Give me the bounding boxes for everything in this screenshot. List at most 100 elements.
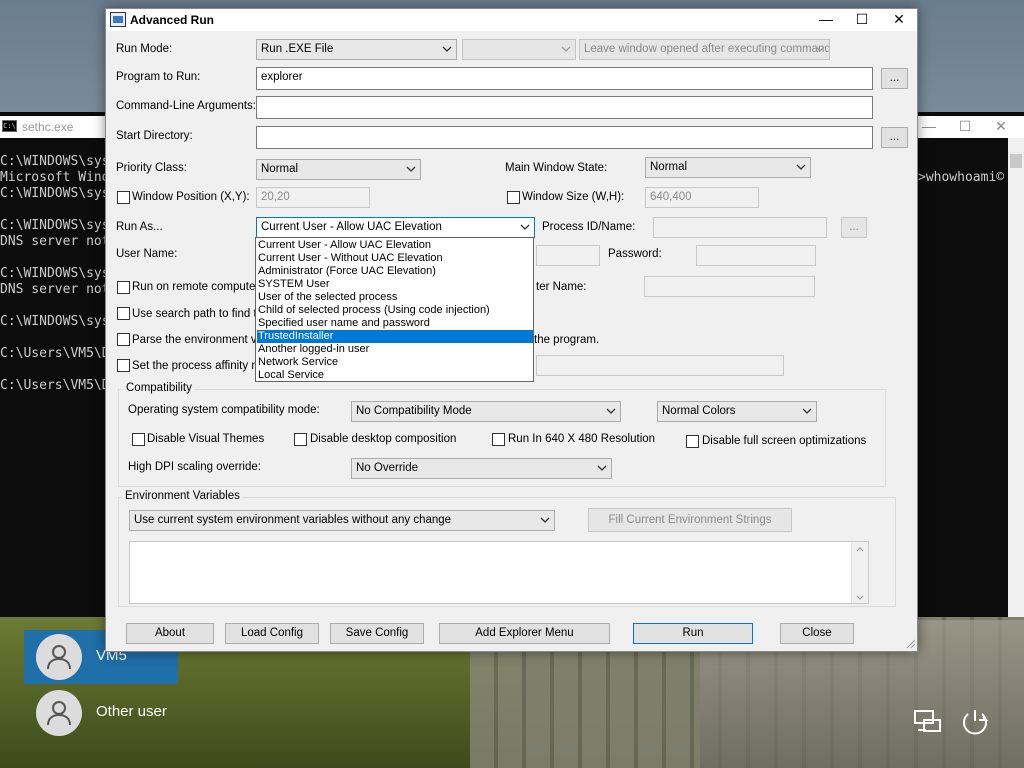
user-tile-other[interactable]: Other user xyxy=(24,686,178,740)
parse-env-label-tail: the program. xyxy=(534,334,600,346)
dpi-value: No Override xyxy=(356,462,418,474)
env-textarea[interactable] xyxy=(129,541,869,604)
run-as-option[interactable]: Specified user name and password xyxy=(257,317,533,330)
load-config-button[interactable]: Load Config xyxy=(225,623,319,644)
process-id-input[interactable] xyxy=(653,217,827,238)
disable-themes-checkbox[interactable] xyxy=(132,433,145,446)
window-position-checkbox[interactable] xyxy=(117,191,130,204)
chevron-down-icon xyxy=(596,462,608,474)
run-640-checkbox[interactable] xyxy=(492,433,505,446)
chevron-down-icon xyxy=(539,514,551,526)
run-as-label: Run As... xyxy=(116,221,163,233)
cmd-scrollbar[interactable] xyxy=(1008,138,1024,617)
add-explorer-menu-button[interactable]: Add Explorer Menu xyxy=(439,623,610,644)
program-browse-button[interactable]: ... xyxy=(881,68,908,89)
priority-select[interactable]: Normal xyxy=(256,159,421,180)
window-size-input[interactable]: 640,400 xyxy=(645,187,759,208)
chevron-down-icon xyxy=(519,221,531,233)
chevron-down-icon xyxy=(405,163,417,175)
disable-fullscreen-checkbox[interactable] xyxy=(686,435,699,448)
compatibility-group-title: Compatibility xyxy=(123,382,195,394)
fill-env-button[interactable]: Fill Current Environment Strings xyxy=(588,508,792,532)
cmd-scroll-thumb[interactable] xyxy=(1010,154,1022,168)
computer-name-input[interactable] xyxy=(644,276,815,297)
search-path-checkbox[interactable] xyxy=(117,307,130,320)
main-window-state-select[interactable]: Normal xyxy=(645,157,811,178)
args-input[interactable] xyxy=(256,96,873,119)
parse-env-checkbox[interactable] xyxy=(117,333,130,346)
after-execute-value: Leave window opened after executing comm… xyxy=(584,43,830,55)
run-as-select[interactable]: Current User - Allow UAC Elevation xyxy=(256,217,535,238)
run-button[interactable]: Run xyxy=(633,623,753,644)
close-icon[interactable]: ✕ xyxy=(880,9,918,31)
remote-computer-checkbox[interactable] xyxy=(117,281,130,294)
start-dir-browse-button[interactable]: ... xyxy=(881,127,908,148)
parse-env-label: Parse the environment va xyxy=(132,334,264,346)
run-as-option[interactable]: Network Service xyxy=(257,356,533,369)
network-icon[interactable] xyxy=(912,708,944,739)
run-as-option[interactable]: Current User - Without UAC Elevation xyxy=(257,252,533,265)
password-input[interactable] xyxy=(696,245,816,266)
cmd-close-icon[interactable]: ✕ xyxy=(984,116,1018,138)
window-position-label: Window Position (X,Y): xyxy=(132,191,250,203)
window-position-input[interactable]: 20,20 xyxy=(256,187,370,208)
process-id-label: Process ID/Name: xyxy=(542,221,636,233)
run-mode-secondary-select[interactable] xyxy=(462,39,576,60)
colors-value: Normal Colors xyxy=(662,405,736,417)
dialog-titlebar[interactable]: Advanced Run — ☐ ✕ xyxy=(106,9,917,31)
args-label: Command-Line Arguments: xyxy=(116,100,256,112)
start-dir-input[interactable] xyxy=(256,126,873,149)
cmd-line: C:\Users\VM5\D xyxy=(0,378,110,393)
program-input[interactable]: explorer xyxy=(256,67,873,90)
affinity-checkbox[interactable] xyxy=(117,359,130,372)
run-mode-value: Run .EXE File xyxy=(261,43,334,55)
environment-group-title: Environment Variables xyxy=(122,490,243,502)
password-label: Password: xyxy=(608,248,662,260)
run-as-option[interactable]: Current User - Allow UAC Elevation xyxy=(257,239,533,252)
chevron-down-icon xyxy=(441,43,453,55)
run-as-option[interactable]: Another logged-in user xyxy=(257,343,533,356)
cmd-maximize-icon[interactable]: ☐ xyxy=(948,116,982,138)
user-name-input[interactable] xyxy=(536,245,600,266)
run-as-option[interactable]: Child of selected process (Using code in… xyxy=(257,304,533,317)
cmd-line: DNS server not xyxy=(0,282,110,297)
os-compat-select[interactable]: No Compatibility Mode xyxy=(351,401,621,422)
run-as-option[interactable]: SYSTEM User xyxy=(257,278,533,291)
after-execute-select[interactable]: Leave window opened after executing comm… xyxy=(579,39,830,60)
chevron-down-icon xyxy=(814,43,826,55)
run-as-option-highlighted[interactable]: TrustedInstaller xyxy=(257,330,533,343)
run-mode-select[interactable]: Run .EXE File xyxy=(256,39,457,60)
cmd-line: Microsoft Wind xyxy=(0,170,110,185)
close-button[interactable]: Close xyxy=(780,623,854,644)
dpi-label: High DPI scaling override: xyxy=(128,461,261,473)
minimize-icon[interactable]: — xyxy=(807,9,845,31)
disable-composition-checkbox[interactable] xyxy=(294,433,307,446)
save-config-button[interactable]: Save Config xyxy=(330,623,424,644)
env-mode-select[interactable]: Use current system environment variables… xyxy=(129,510,555,531)
user-avatar-icon xyxy=(36,690,82,736)
window-size-checkbox[interactable] xyxy=(507,191,520,204)
window-size-label: Window Size (W,H): xyxy=(522,191,625,203)
run-as-option[interactable]: Local Service xyxy=(257,369,533,382)
run-as-option[interactable]: User of the selected process xyxy=(257,291,533,304)
cmd-line: C:\WINDOWS\sys xyxy=(0,218,110,233)
disable-themes-label: Disable Visual Themes xyxy=(147,433,265,445)
env-mode-value: Use current system environment variables… xyxy=(134,514,452,526)
run-as-value: Current User - Allow UAC Elevation xyxy=(261,221,442,233)
os-compat-label: Operating system compatibility mode: xyxy=(128,404,320,416)
maximize-icon[interactable]: ☐ xyxy=(843,9,881,31)
affinity-input[interactable] xyxy=(536,355,784,376)
cmd-title: sethc.exe xyxy=(22,120,74,134)
process-id-browse-button[interactable]: ... xyxy=(841,217,867,238)
resize-grip-icon[interactable] xyxy=(904,637,916,652)
colors-select[interactable]: Normal Colors xyxy=(657,401,817,422)
about-button[interactable]: About xyxy=(126,623,214,644)
env-scrollbar[interactable] xyxy=(851,542,868,603)
ease-of-access-icon[interactable] xyxy=(958,706,992,741)
os-compat-value: No Compatibility Mode xyxy=(356,405,472,417)
dpi-select[interactable]: No Override xyxy=(351,458,612,479)
run-as-option[interactable]: Administrator (Force UAC Elevation) xyxy=(257,265,533,278)
main-window-state-label: Main Window State: xyxy=(505,162,608,174)
run-mode-label: Run Mode: xyxy=(116,43,173,55)
run-as-dropdown-list[interactable]: Current User - Allow UAC Elevation Curre… xyxy=(255,237,534,382)
